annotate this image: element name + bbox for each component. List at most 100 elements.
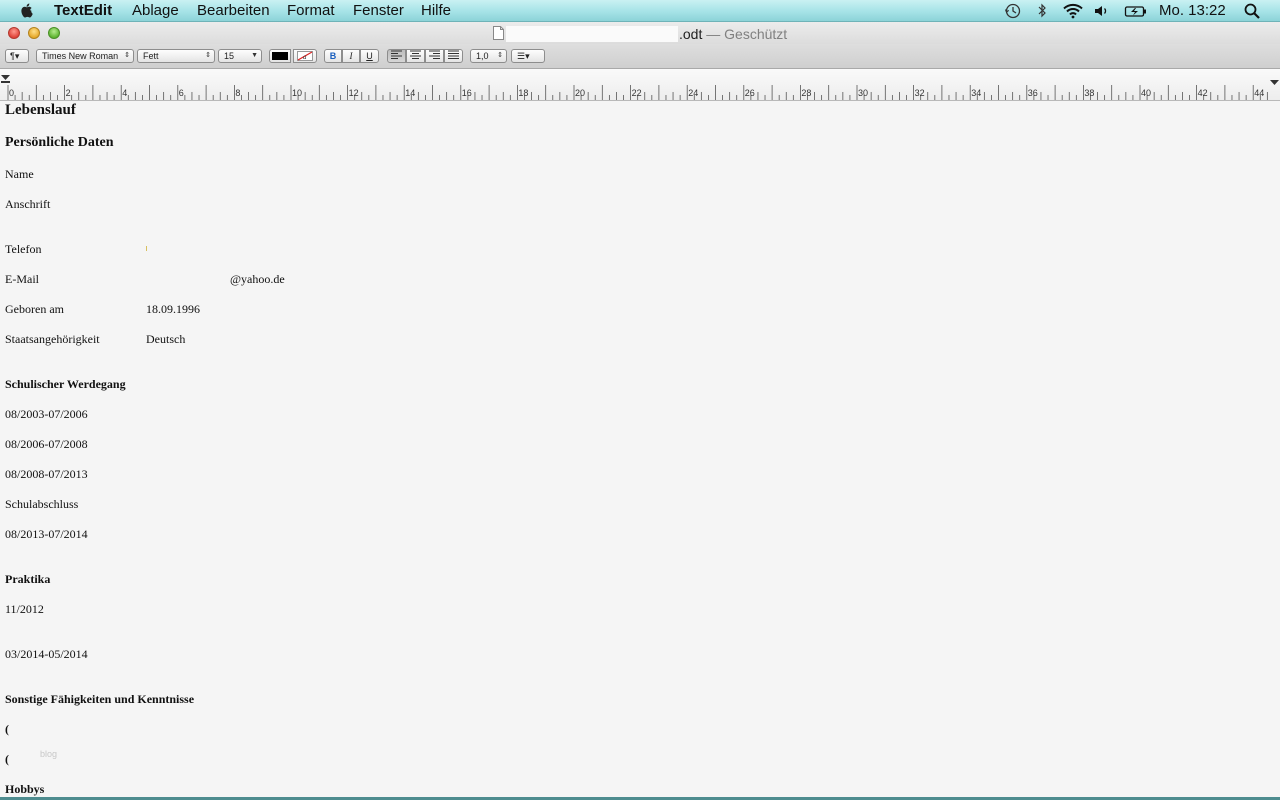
ruler-label: 6 — [179, 88, 184, 98]
align-right-button[interactable] — [425, 49, 444, 63]
school-period-4: 08/2013-07/2014 — [5, 527, 88, 541]
wifi-icon[interactable] — [1062, 2, 1084, 20]
menu-bar: TextEdit Ablage Bearbeiten Format Fenste… — [0, 0, 1280, 22]
ruler-label: 34 — [971, 88, 981, 98]
apple-menu-icon[interactable] — [19, 2, 35, 18]
italic-button[interactable]: I — [342, 49, 360, 63]
menu-bearbeiten[interactable]: Bearbeiten — [197, 2, 270, 20]
font-family-popup[interactable]: Times New Roman ⇕ — [36, 49, 134, 63]
window-close-button[interactable] — [8, 27, 20, 39]
heading-skills: Sonstige Fähigkeiten und Kenntnisse — [5, 692, 195, 706]
popup-arrows-icon: ⇕ — [124, 52, 130, 59]
line-spacing-value: 1,0 — [476, 51, 489, 61]
line-spacing-popup[interactable]: 1,0 ⇕ — [470, 49, 507, 63]
ruler-label: 28 — [801, 88, 811, 98]
window-zoom-button[interactable] — [48, 27, 60, 39]
time-machine-icon[interactable] — [1004, 2, 1022, 20]
ruler-label: 20 — [575, 88, 585, 98]
internship-period-1: 11/2012 — [5, 602, 44, 616]
ruler-label: 16 — [462, 88, 472, 98]
align-center-icon — [410, 50, 421, 59]
align-center-button[interactable] — [406, 49, 425, 63]
ruler-label: 32 — [915, 88, 925, 98]
menu-hilfe[interactable]: Hilfe — [421, 2, 451, 20]
chevron-down-icon: ▼ — [251, 52, 258, 59]
window-minimize-button[interactable] — [28, 27, 40, 39]
menu-app-textedit[interactable]: TextEdit — [54, 2, 112, 20]
menu-format[interactable]: Format — [287, 2, 335, 20]
text-cursor — [146, 246, 147, 251]
align-left-icon — [391, 50, 402, 59]
ruler-label: 8 — [235, 88, 240, 98]
font-style-popup[interactable]: Fett ⇕ — [137, 49, 215, 63]
left-indent-marker-icon[interactable] — [1, 75, 10, 83]
ruler-label: 22 — [632, 88, 642, 98]
document-title: Lebenslauf — [5, 102, 76, 118]
paragraph-style-popup[interactable]: ¶▾ — [5, 49, 29, 63]
list-style-popup[interactable]: ☰▾ — [511, 49, 545, 63]
font-style-value: Fett — [143, 51, 159, 61]
title-file-extension: .odt — [679, 26, 703, 42]
value-nationality: Deutsch — [146, 332, 186, 346]
font-family-value: Times New Roman — [42, 51, 119, 61]
popup-arrows-icon: ⇕ — [205, 52, 211, 59]
ruler-label: 26 — [745, 88, 755, 98]
label-address: Anschrift — [5, 197, 51, 211]
watermark-text: blog — [40, 749, 58, 759]
ruler-label: 24 — [688, 88, 698, 98]
label-phone: Telefon — [5, 242, 42, 256]
value-born: 18.09.1996 — [146, 302, 200, 316]
menu-fenster[interactable]: Fenster — [353, 2, 404, 20]
ruler-label: 4 — [122, 88, 127, 98]
ruler-label: 30 — [858, 88, 868, 98]
ruler-label: 44 — [1254, 88, 1264, 98]
ruler-label: 42 — [1198, 88, 1208, 98]
document-proxy-icon[interactable] — [493, 26, 504, 40]
color-swatch-black — [272, 52, 288, 60]
document-text-area[interactable]: Lebenslauf Persönliche Daten Name Anschr… — [0, 101, 1280, 797]
background-color-button[interactable]: a — [293, 49, 317, 63]
heading-school: Schulischer Werdegang — [5, 377, 126, 391]
ruler-label: 14 — [405, 88, 415, 98]
ruler-label: 12 — [349, 88, 359, 98]
spotlight-search-icon[interactable] — [1243, 2, 1261, 20]
text-color-button[interactable] — [269, 49, 291, 63]
menu-ablage[interactable]: Ablage — [132, 2, 179, 20]
battery-icon[interactable] — [1124, 2, 1148, 20]
label-school-degree: Schulabschluss — [5, 497, 79, 511]
school-period-2: 08/2006-07/2008 — [5, 437, 88, 451]
heading-hobbies: Hobbys — [5, 782, 45, 796]
ruler-label: 40 — [1141, 88, 1151, 98]
skills-bullet-2: ( — [5, 752, 9, 766]
internship-period-2: 03/2014-05/2014 — [5, 647, 88, 661]
skills-bullet-1: ( — [5, 722, 9, 736]
font-size-combo[interactable]: 15 ▼ — [218, 49, 262, 63]
ruler-scale: 0 2 4 6 8 10 12 14 16 18 20 22 24 26 28 30 32 34 36 38 40 42 4… — [1, 75, 1279, 100]
value-email: @yahoo.de — [230, 272, 285, 286]
underline-button[interactable]: U — [360, 49, 379, 63]
font-size-value: 15 — [224, 51, 235, 61]
justify-button[interactable] — [444, 49, 463, 63]
label-born: Geboren am — [5, 302, 64, 316]
popup-arrows-icon: ⇕ — [497, 52, 503, 59]
right-indent-marker-icon[interactable] — [1270, 80, 1279, 85]
school-period-1: 08/2003-07/2006 — [5, 407, 88, 421]
label-email: E-Mail — [5, 272, 39, 286]
align-left-button[interactable] — [387, 49, 406, 63]
volume-icon[interactable] — [1094, 2, 1110, 20]
ruler-label: 38 — [1084, 88, 1094, 98]
label-nationality: Staatsangehörigkeit — [5, 332, 100, 346]
ruler-label: 2 — [66, 88, 71, 98]
ruler-label: 18 — [518, 88, 528, 98]
ruler-label: 36 — [1028, 88, 1038, 98]
svg-text:a: a — [303, 53, 307, 61]
menu-clock[interactable]: Mo. 13:22 — [1159, 2, 1226, 20]
label-name: Name — [5, 167, 34, 181]
bold-button[interactable]: B — [324, 49, 342, 63]
no-color-icon: a — [297, 51, 313, 61]
ruler[interactable]: 0 2 4 6 8 10 12 14 16 18 20 22 24 26 28 30 32 34 36 38 40 42 4… — [0, 69, 1280, 101]
bluetooth-icon[interactable] — [1036, 2, 1048, 20]
title-separator: — — [706, 26, 721, 42]
justify-icon — [448, 50, 459, 59]
ruler-label: 10 — [292, 88, 302, 98]
